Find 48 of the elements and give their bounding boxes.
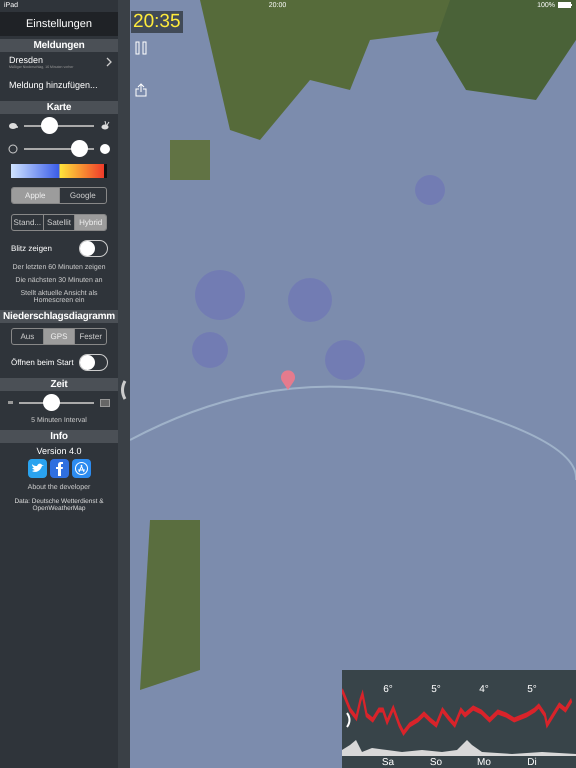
small-circle-icon (8, 144, 18, 154)
map-pin-icon (280, 370, 296, 390)
letter-f-icon[interactable] (50, 459, 68, 478)
section-header: Zeit (0, 378, 118, 391)
expand-handle-icon[interactable] (346, 712, 352, 728)
day-label: Di (526, 757, 538, 768)
day-label: Sa (380, 757, 396, 768)
toggle-switch[interactable] (79, 240, 108, 257)
version-text: Version 4.0 (35, 445, 83, 456)
small-square-icon (8, 401, 13, 404)
segment-option[interactable]: Google (58, 188, 106, 203)
segment-option[interactable]: Stand... (12, 215, 43, 230)
chevron-icon (106, 57, 112, 67)
toggle-switch[interactable] (79, 354, 108, 371)
temperature-label: 4° (478, 684, 490, 695)
slider-thumb[interactable] (42, 394, 60, 411)
add-alert-link[interactable]: Meldung hinzufügen... (0, 72, 118, 98)
rabbit-icon (100, 121, 110, 130)
collapse-handle-icon[interactable] (119, 380, 127, 400)
bird-icon[interactable] (28, 459, 46, 478)
temperature-label: 5° (526, 684, 538, 695)
section-header: Karte (0, 101, 118, 114)
large-square-icon (100, 398, 110, 406)
app-store-icon[interactable] (72, 459, 90, 478)
alert-location[interactable]: Dresden (9, 55, 106, 65)
slider[interactable] (24, 140, 94, 157)
segment-option[interactable]: Aus (12, 329, 43, 344)
settings-title: Einstellungen (0, 12, 118, 36)
day-label: So (428, 757, 444, 768)
temperature-label: 6° (382, 684, 394, 695)
toggle-label: Blitz zeigen (11, 244, 52, 253)
section-header: Info (0, 430, 118, 443)
slider[interactable] (24, 117, 94, 134)
temperature-label: 5° (430, 684, 442, 695)
toggle-label: Öffnen beim Start (11, 358, 74, 367)
share-icon[interactable] (135, 83, 147, 97)
section-header: Meldungen (0, 39, 118, 52)
slider-thumb[interactable] (40, 117, 58, 134)
segment-option[interactable]: Fester (74, 329, 106, 344)
slider-thumb[interactable] (70, 140, 88, 157)
large-circle-icon (100, 144, 110, 154)
day-label: Mo (476, 757, 492, 768)
slider[interactable] (19, 394, 94, 411)
turtle-icon (8, 122, 18, 130)
pause-icon[interactable] (135, 41, 147, 55)
section-header: Niederschlagsdiagramm (0, 310, 118, 323)
battery-icon (558, 2, 572, 8)
time-display: 20:35 (131, 11, 183, 33)
